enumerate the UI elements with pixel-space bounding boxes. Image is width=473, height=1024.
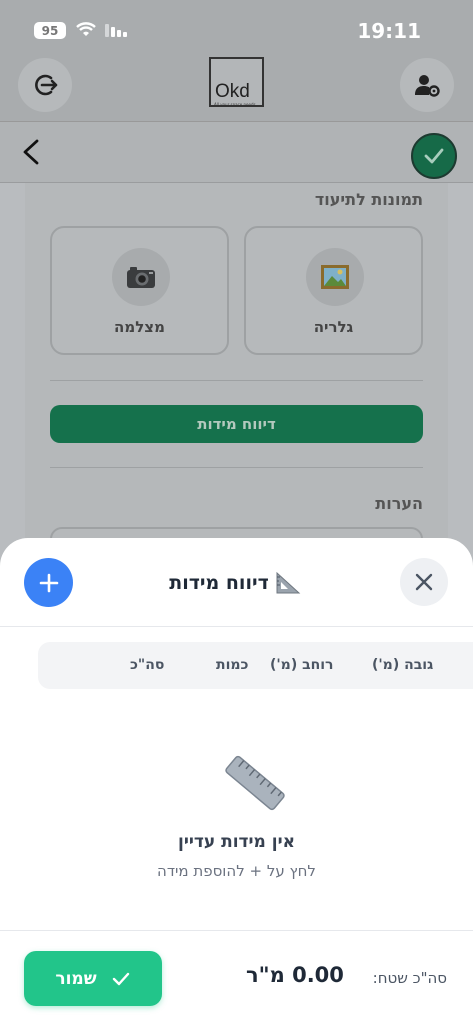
triangle-ruler-icon: [276, 571, 301, 594]
empty-state-subtitle: לחץ על + להוספת מידה: [157, 862, 316, 880]
column-total: סה"כ: [130, 657, 165, 673]
user-settings-icon: [415, 75, 440, 97]
camera-icon-circle: [112, 248, 170, 306]
empty-state-title: אין מידות עדיין: [178, 832, 295, 852]
wifi-icon: [76, 22, 96, 36]
logout-icon: [35, 74, 58, 96]
column-quantity: כמות: [216, 657, 249, 673]
sheet-title-text: דיווח מידות: [169, 572, 269, 594]
total-area-label: סה"כ שטח:: [372, 969, 447, 987]
picture-icon: [321, 265, 349, 289]
plus-icon: [39, 573, 58, 592]
check-icon: [424, 148, 444, 164]
app-logo: Okd All your space needs: [209, 57, 264, 107]
logo-tagline: All your space needs: [214, 102, 256, 107]
divider: [50, 467, 423, 468]
close-button[interactable]: [400, 558, 448, 606]
add-measurement-button[interactable]: [24, 558, 73, 607]
nav-bar: [0, 122, 473, 183]
back-chevron-icon[interactable]: [18, 138, 46, 166]
table-header: גובה (מ') רוחב (מ') כמות סה"כ: [38, 642, 473, 689]
column-height: גובה (מ'): [372, 657, 434, 673]
notes-section-title: הערות: [375, 494, 423, 513]
total-area-value: 0.00 מ"ר: [246, 963, 344, 987]
gallery-icon-circle: [306, 248, 364, 306]
measurement-report-button[interactable]: דיווח מידות: [50, 405, 423, 443]
photos-section-title: תמונות לתיעוד: [314, 190, 423, 209]
sheet-title: דיווח מידות: [160, 568, 310, 598]
status-bar: 95 19:11: [0, 0, 473, 56]
logo-text: Okd: [215, 81, 250, 102]
gallery-tile[interactable]: גלריה: [244, 226, 423, 355]
camera-icon: [127, 267, 155, 288]
camera-tile[interactable]: מצלמה: [50, 226, 229, 355]
close-icon: [415, 573, 433, 591]
divider: [50, 380, 423, 381]
check-icon: [112, 972, 129, 985]
column-width: רוחב (מ'): [270, 657, 334, 673]
gallery-label: גלריה: [313, 318, 354, 336]
user-settings-button[interactable]: [400, 58, 454, 112]
confirm-check-button[interactable]: [411, 133, 457, 179]
save-button[interactable]: שמור: [24, 951, 162, 1006]
save-label: שמור: [55, 968, 97, 989]
sheet-footer: שמור 0.00 מ"ר סה"כ שטח:: [0, 930, 473, 1024]
clock: 19:11: [357, 19, 421, 43]
battery-indicator: 95: [34, 22, 66, 39]
ruler-icon: [225, 755, 285, 811]
measurement-sheet: דיווח מידות גובה (מ') רוחב (מ') כמות סה"…: [0, 538, 473, 1024]
signal-icon: [105, 24, 127, 37]
sheet-header: דיווח מידות: [0, 538, 473, 627]
camera-label: מצלמה: [114, 318, 165, 336]
logout-button[interactable]: [18, 58, 72, 112]
